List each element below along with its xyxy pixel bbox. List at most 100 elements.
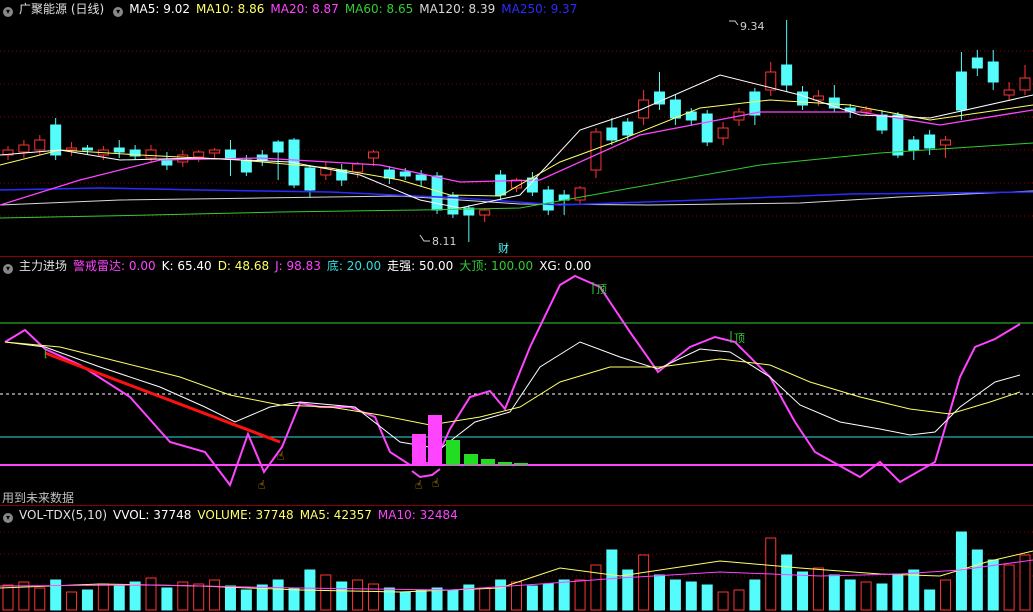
volume-bar (606, 549, 618, 611)
volume-bar (701, 584, 713, 611)
volume-bar (81, 589, 93, 611)
candle-body (940, 139, 952, 146)
volume-bar (749, 579, 761, 611)
candle-body (34, 139, 46, 151)
candle-body (447, 195, 459, 215)
bottom-signal-label: [ (44, 349, 48, 360)
indicator-value: MA10: 32484 (377, 508, 458, 522)
candle-body (431, 175, 443, 211)
volume-bar (892, 573, 904, 611)
low-price-label: 8.11 (432, 235, 457, 248)
indicator-value: 警戒雷达: 0.00 (73, 259, 156, 273)
volume-bar (828, 574, 840, 611)
indicator-value: MA5: 42357 (299, 508, 372, 522)
volume-bar (717, 591, 729, 611)
candle-body (717, 127, 729, 139)
indicator-value: K: 65.40 (161, 259, 212, 273)
indicator-pane[interactable]: ☝ ☝ ☝ ☝ 顶顶[ ▾ 主力进场 警戒雷达: 0.00 K: 65.40 D: 48.68 J… (0, 257, 1033, 505)
volume-bar (336, 581, 348, 611)
candle-body (415, 174, 427, 181)
volume-bar (860, 581, 872, 611)
candle-body (892, 114, 904, 156)
candle-body (224, 149, 236, 159)
candle-body (924, 134, 936, 149)
candle-body (797, 91, 809, 106)
signal-bar (514, 463, 528, 465)
candle-body (272, 141, 284, 153)
volume-bar (495, 579, 507, 611)
candle-body (622, 121, 634, 136)
candle-body (161, 159, 173, 166)
volume-bar (654, 574, 666, 611)
volume-bar (590, 564, 602, 611)
settings-circle-icon[interactable]: ▾ (113, 7, 124, 17)
indicator-value: MA10: 8.86 (195, 2, 265, 16)
kdj-indicators: 警戒雷达: 0.00 K: 65.40 D: 48.68 J: 98.83 底: 20.… (73, 259, 597, 273)
indicator-value: VOLUME: 37748 (197, 508, 294, 522)
volume-bar (320, 574, 332, 611)
volume-bar (240, 589, 252, 611)
volume-bar (209, 579, 221, 611)
price-header: ▾ 广聚能源 (日线) ▾ MA5: 9.02 MA10: 8.86 MA20: 8.87… (0, 0, 589, 18)
hand-pointer-icon: ☝ (258, 478, 265, 492)
volume-bar (733, 589, 745, 611)
candle-body (955, 71, 967, 111)
candle-body (193, 151, 205, 158)
candle-body (908, 139, 920, 151)
signal-bar (446, 440, 460, 465)
volume-bar (161, 587, 173, 611)
volume-bar (908, 569, 920, 611)
volume-bar (876, 583, 888, 611)
candle-body (606, 127, 618, 141)
volume-bar (685, 581, 697, 611)
volume-bar (526, 585, 538, 611)
signal-bar (428, 415, 442, 465)
volume-bar (844, 579, 856, 611)
volume-bar (1003, 564, 1015, 611)
collapse-icon[interactable]: ▾ (3, 264, 13, 274)
volume-bar (2, 584, 14, 611)
candle-body (209, 149, 221, 154)
hand-pointer-icon: ☝ (432, 476, 439, 490)
indicator-header: ▾ 主力进场 警戒雷达: 0.00 K: 65.40 D: 48.68 J: 98.83 底… (0, 257, 603, 275)
indicator-value: 走强: 50.00 (387, 259, 454, 273)
candle-body (812, 95, 824, 101)
volume-bar (145, 577, 157, 611)
volume-bar (367, 583, 379, 611)
volume-bar (224, 585, 236, 611)
signal-bar (481, 459, 495, 465)
price-pane[interactable]: 9.34 8.11 财 ▾ 广聚能源 (日线) ▾ MA5: 9.02 MA10: 8.86… (0, 0, 1033, 256)
indicator-value: MA5: 9.02 (129, 2, 190, 16)
volume-bar (288, 587, 300, 611)
finance-marker: 财 (498, 241, 509, 255)
volume-bar (129, 581, 141, 611)
volume-bar (781, 554, 793, 611)
price-chart[interactable]: 9.34 8.11 财 (0, 0, 1033, 256)
volume-bar (558, 579, 570, 611)
signal-bar (412, 434, 426, 465)
indicator-value: J: 98.83 (275, 259, 321, 273)
volume-bar (1019, 554, 1031, 611)
indicator-value: 大顶: 100.00 (459, 259, 534, 273)
volume-bar (987, 559, 999, 611)
candle-body (669, 99, 681, 119)
volume-pane[interactable]: ▾ VOL-TDX(5,10) VVOL: 37748 VOLUME: 37748 MA… (0, 506, 1033, 612)
candle-body (860, 109, 872, 113)
indicator-value: D: 48.68 (217, 259, 270, 273)
candle-body (542, 189, 554, 211)
volume-title: VOL-TDX(5,10) (19, 508, 108, 522)
candle-body (399, 171, 411, 177)
candle-body (495, 174, 507, 196)
candle-body (240, 159, 252, 173)
collapse-icon[interactable]: ▾ (3, 513, 13, 523)
kdj-chart[interactable]: ☝☝ ☝ ☝顶顶[ (0, 257, 1033, 505)
volume-bar (622, 569, 634, 611)
collapse-icon[interactable]: ▾ (3, 7, 13, 17)
volume-bar (479, 587, 491, 611)
candle-body (654, 91, 666, 105)
volume-bar (574, 579, 586, 611)
future-data-note: 用到未来数据 (2, 491, 75, 505)
volume-bar (97, 583, 109, 611)
candle-body (367, 151, 379, 159)
candle-body (638, 99, 650, 119)
